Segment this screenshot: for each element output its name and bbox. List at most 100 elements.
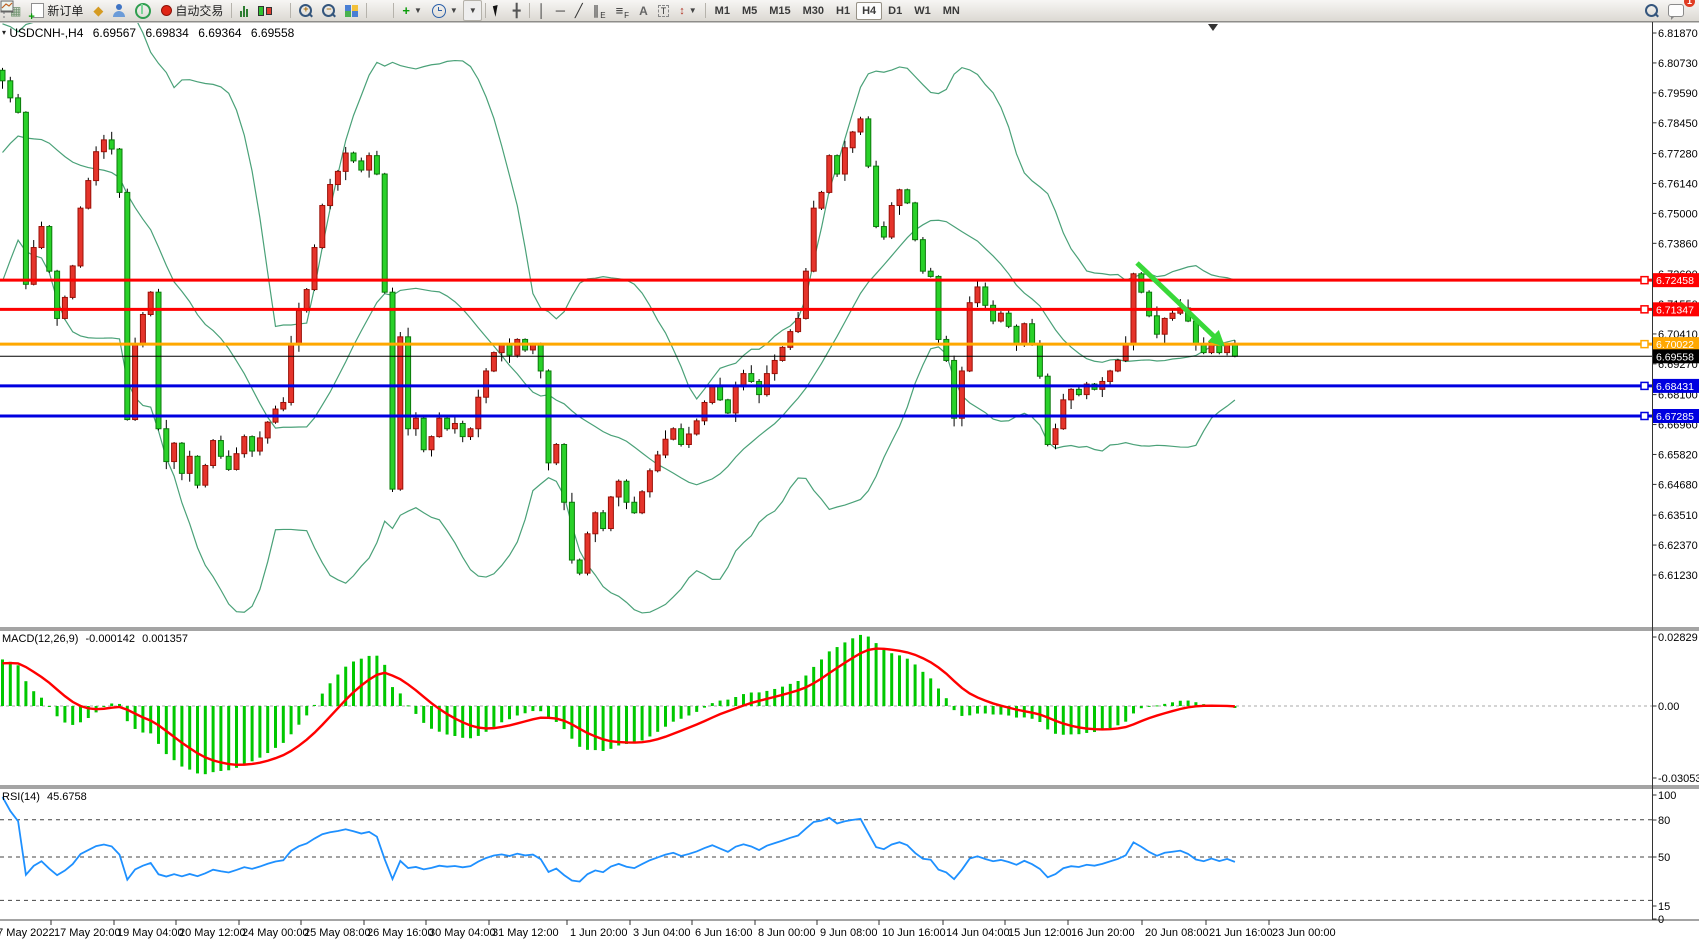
depth-of-market-button[interactable]: ◆ xyxy=(88,0,108,21)
macd-histogram-bar xyxy=(812,667,815,706)
macd-histogram-bar xyxy=(875,643,878,706)
candle xyxy=(1022,324,1027,345)
time-label: 17 May 2022 xyxy=(0,927,55,939)
price-tick-label: 6.75000 xyxy=(1658,208,1698,220)
metaeditor-button[interactable] xyxy=(108,0,130,21)
candle xyxy=(952,360,957,418)
periods-button[interactable]: ▼ xyxy=(427,0,463,21)
macd-histogram-bar xyxy=(1179,701,1182,706)
toolbar: ▦ + 新订单 ◆ 自动交易 + − +▼ ▼ ▼ ╋ │ ─ ╱ ∥E ≡F … xyxy=(0,0,1699,22)
crosshair-tool-button[interactable]: ╋ xyxy=(508,0,526,21)
macd-histogram-bar xyxy=(984,706,987,713)
macd-histogram-bar xyxy=(492,706,495,727)
candle xyxy=(913,203,918,240)
candle xyxy=(8,81,13,98)
candle xyxy=(608,497,613,529)
timeframe-m30[interactable]: M30 xyxy=(797,2,830,20)
arrows-tool-button[interactable]: ↕▼ xyxy=(674,0,701,21)
macd-histogram-bar xyxy=(648,706,651,736)
zoom-in-button[interactable]: + xyxy=(294,0,317,21)
channel-tool-button[interactable]: ∥E xyxy=(588,0,611,21)
chart-canvas[interactable]: 6.818706.807306.795906.784506.772806.761… xyxy=(0,0,1699,943)
timeframe-w1[interactable]: W1 xyxy=(908,2,937,20)
rsi-tick-label: 100 xyxy=(1658,790,1676,802)
hline-tool-button[interactable]: ─ xyxy=(551,0,570,21)
trendline-icon: ╱ xyxy=(575,3,583,19)
timeframe-m15[interactable]: M15 xyxy=(763,2,796,20)
symbol-dropdown-icon[interactable]: ▾ xyxy=(2,28,6,37)
timeframe-m5[interactable]: M5 xyxy=(736,2,763,20)
macd-histogram-bar xyxy=(118,704,121,706)
macd-histogram-bar xyxy=(1132,706,1135,713)
time-label: 14 Jun 04:00 xyxy=(946,927,1010,939)
candle xyxy=(827,156,832,193)
candle xyxy=(187,456,192,473)
candle xyxy=(733,387,738,413)
candle xyxy=(803,271,808,318)
candle xyxy=(250,437,255,451)
fibonacci-tool-button[interactable]: ≡F xyxy=(611,0,634,21)
hline-handle[interactable] xyxy=(1641,306,1648,313)
macd-histogram-bar xyxy=(1155,705,1158,706)
candle xyxy=(109,140,114,149)
time-label: 16 Jun 20:00 xyxy=(1071,927,1135,939)
candle xyxy=(647,471,652,492)
candle xyxy=(874,166,879,226)
add-indicator-icon: + xyxy=(402,3,410,18)
macd-histogram-bar xyxy=(196,706,199,773)
hline-handle[interactable] xyxy=(1641,341,1648,348)
timeframe-m1[interactable]: M1 xyxy=(709,2,736,20)
candle xyxy=(281,402,286,409)
timeframe-d1[interactable]: D1 xyxy=(882,2,908,20)
price-tick-label: 6.73860 xyxy=(1658,238,1698,250)
macd-histogram-bar xyxy=(719,701,722,706)
candle xyxy=(975,287,980,303)
macd-histogram-bar xyxy=(914,664,917,706)
macd-histogram-bar xyxy=(734,697,737,706)
timeframe-h1[interactable]: H1 xyxy=(830,2,856,20)
chat-button[interactable]: 1 xyxy=(1663,0,1689,21)
hline-handle[interactable] xyxy=(1641,382,1648,389)
candle xyxy=(1069,389,1074,400)
new-order-button[interactable]: + 新订单 xyxy=(26,0,88,21)
candle xyxy=(452,423,457,428)
macd-histogram-bar xyxy=(797,681,800,706)
indicators-button[interactable]: +▼ xyxy=(397,0,427,21)
line-chart-button[interactable] xyxy=(277,0,287,21)
candle xyxy=(679,429,684,445)
cursor-tool-button[interactable] xyxy=(489,0,508,21)
macd-histogram-bar xyxy=(563,706,566,729)
trendline-tool-button[interactable]: ╱ xyxy=(570,0,588,21)
candle xyxy=(218,441,223,457)
macd-histogram-bar xyxy=(336,675,339,706)
macd-histogram-bar xyxy=(547,706,550,718)
hline-handle[interactable] xyxy=(1641,277,1648,284)
auto-arrange-button[interactable] xyxy=(370,0,380,21)
label-tool-button[interactable]: T xyxy=(653,0,675,21)
text-tool-button[interactable]: A xyxy=(634,0,653,21)
macd-histogram-bar xyxy=(266,706,269,753)
candlestick-chart-button[interactable] xyxy=(253,0,277,21)
bar-chart-button[interactable] xyxy=(235,0,253,21)
search-button[interactable] xyxy=(1640,0,1663,21)
chevron-down-icon: ▼ xyxy=(414,6,422,15)
time-label: 3 Jun 04:00 xyxy=(633,927,691,939)
macd-histogram-bar xyxy=(625,706,628,744)
timeframe-mn[interactable]: MN xyxy=(937,2,966,20)
candle xyxy=(226,456,231,469)
price-tag-label: 6.71347 xyxy=(1656,304,1694,316)
vline-tool-button[interactable]: │ xyxy=(533,0,551,21)
tile-windows-button[interactable] xyxy=(340,0,363,21)
zoom-out-button[interactable]: − xyxy=(317,0,340,21)
candle xyxy=(967,303,972,371)
macd-histogram-bar xyxy=(531,706,534,711)
timeframe-h4[interactable]: H4 xyxy=(856,2,882,20)
macd-histogram-bar xyxy=(680,706,683,719)
candle xyxy=(148,292,153,314)
scroll-to-end-button[interactable] xyxy=(380,0,390,21)
autotrading-button[interactable]: 自动交易 xyxy=(156,0,228,21)
text-icon: A xyxy=(639,4,648,18)
hline-handle[interactable] xyxy=(1641,412,1648,419)
news-button[interactable] xyxy=(130,0,156,21)
templates-button[interactable]: ▼ xyxy=(463,0,482,21)
